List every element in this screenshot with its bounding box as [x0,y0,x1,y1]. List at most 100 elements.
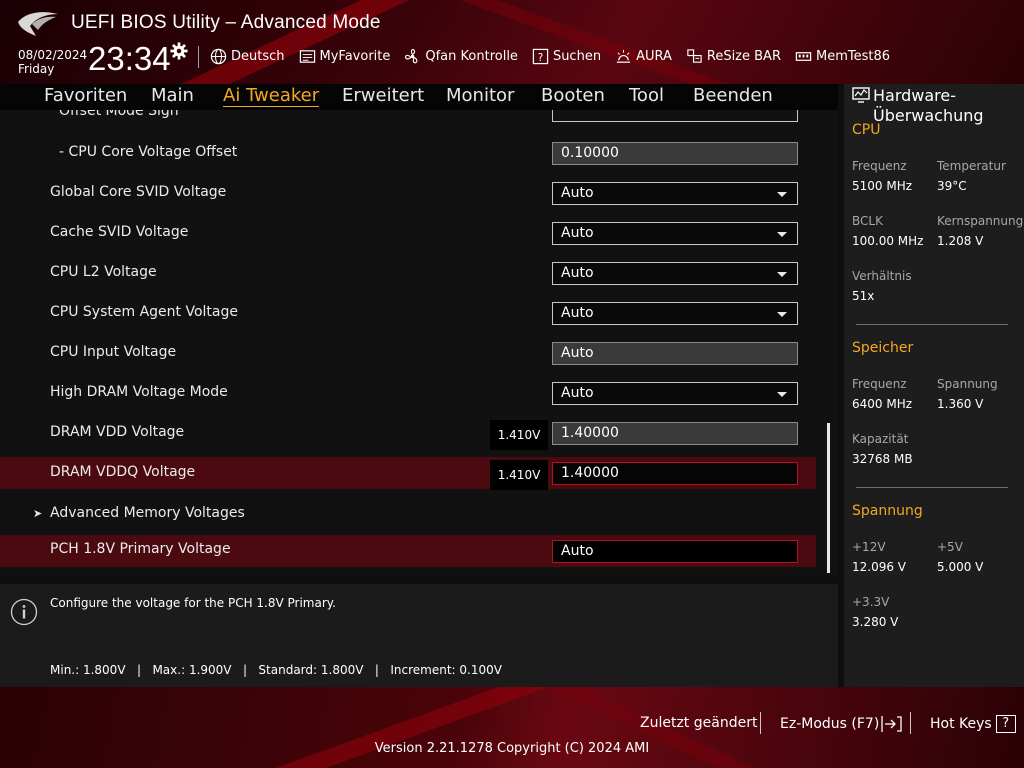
help-search-icon: ? [532,48,549,64]
setting-label: Global Core SVID Voltage [50,184,227,200]
tab-favoriten[interactable]: Favoriten [44,85,127,106]
chevron-down-icon [777,392,787,397]
footer-divider [760,712,761,734]
setting-row[interactable]: Offset Mode Sign [0,110,816,126]
setting-field[interactable] [552,110,798,122]
settings-list: Offset Mode Sign - CPU Core Voltage Offs… [0,110,838,576]
hotkeys-label: Hot Keys [930,716,992,732]
language-button[interactable]: Deutsch [210,48,285,65]
setting-row[interactable]: CPU System Agent Voltage Auto [0,297,816,329]
submenu-label: Advanced Memory Voltages [50,505,245,521]
v12-label: +12V [852,540,886,554]
dram-vddq-voltage-field[interactable]: 1.40000 [552,462,798,485]
cpu-section-heading: CPU [852,122,881,138]
memory-capacity-value: 32768 MB [852,452,913,466]
resizebar-button[interactable]: ReSize BAR [686,48,781,65]
core-voltage-label: Kernspannung [937,214,1024,228]
dropdown-value: Auto [561,185,594,201]
tab-tool[interactable]: Tool [629,85,664,106]
qfan-button[interactable]: Qfan Kontrolle [404,48,518,65]
date-display: 08/02/2024 [18,48,88,62]
search-button[interactable]: ? Suchen [532,48,601,65]
cpu-temp-label: Temperatur [937,159,1006,173]
favorite-list-icon [299,49,315,63]
version-text: Version 2.21.1278 Copyright (C) 2024 AMI [374,741,650,756]
myfavorite-button[interactable]: MyFavorite [299,48,390,65]
last-changed-button[interactable]: Zuletzt geändert [640,715,757,731]
cpu-core-voltage-offset-field[interactable]: 0.10000 [552,142,798,165]
help-description: Configure the voltage for the PCH 1.8V P… [50,596,336,610]
setting-row[interactable]: - CPU Core Voltage Offset 0.10000 [0,137,816,169]
global-core-svid-dropdown[interactable]: Auto [552,182,798,205]
setting-row[interactable]: Cache SVID Voltage Auto [0,217,816,249]
tab-monitor[interactable]: Monitor [446,85,514,106]
setting-label: - CPU Core Voltage Offset [59,144,238,160]
weekday-display: Friday [18,62,55,76]
chevron-down-icon [777,312,787,317]
cpu-system-agent-dropdown[interactable]: Auto [552,302,798,325]
hardware-monitor-title: Hardware-Überwachung [873,86,984,125]
tab-ai-tweaker[interactable]: Ai Tweaker [223,85,320,107]
voltage-section-heading: Spannung [852,503,923,519]
toolbar: Deutsch MyFavorite Qfan Kontrolle ? Such… [210,46,904,66]
footer-divider [910,712,911,734]
tab-main[interactable]: Main [151,85,194,106]
help-panel: Configure the voltage for the PCH 1.8V P… [0,584,838,687]
fan-icon [405,48,418,63]
tab-erweitert[interactable]: Erweitert [342,85,424,106]
ratio-value: 51x [852,289,875,303]
v5-value: 5.000 V [937,560,984,574]
pch-primary-voltage-field[interactable]: Auto [552,540,798,563]
dram-vdd-voltage-field[interactable]: 1.40000 [552,422,798,445]
setting-label: Cache SVID Voltage [50,224,189,240]
cpu-freq-value: 5100 MHz [852,179,913,193]
memtest-button[interactable]: MemTest86 [795,48,890,65]
memory-capacity-label: Kapazität [852,432,909,446]
setting-label: DRAM VDDQ Voltage [50,464,196,480]
setting-row[interactable]: High DRAM Voltage Mode Auto [0,377,816,409]
app-title: UEFI BIOS Utility – Advanced Mode [71,12,381,33]
v5-label: +5V [937,540,963,554]
header-bar: UEFI BIOS Utility – Advanced Mode 08/02/… [0,0,1024,84]
setting-label: CPU System Agent Voltage [50,304,238,320]
language-label: Deutsch [231,48,285,64]
cache-svid-dropdown[interactable]: Auto [552,222,798,245]
rog-logo-icon [18,12,58,37]
memtest-label: MemTest86 [815,48,891,64]
memory-voltage-label: Spannung [937,377,998,391]
cpu-l2-voltage-dropdown[interactable]: Auto [552,262,798,285]
v33-value: 3.280 V [852,615,899,629]
ez-mode-button[interactable]: Ez-Modus (F7) [780,715,903,733]
high-dram-voltage-mode-dropdown[interactable]: Auto [552,382,798,405]
tab-beenden[interactable]: Beenden [693,85,773,106]
dropdown-value: Auto [561,385,594,401]
submenu-arrow-icon: ➤ [33,507,43,520]
setting-row[interactable]: Global Core SVID Voltage Auto [0,177,816,209]
aura-light-icon [616,49,631,63]
setting-row[interactable]: CPU Input Voltage Auto [0,337,816,369]
setting-row[interactable]: PCH 1.8V Primary Voltage Auto [0,535,816,567]
submenu-row[interactable]: ➤ Advanced Memory Voltages [0,498,816,530]
tab-booten[interactable]: Booten [541,85,605,106]
exit-arrow-icon [881,716,902,732]
hardware-monitor-panel: Hardware-Überwachung CPU Frequenz Temper… [844,84,1024,687]
setting-label: CPU L2 Voltage [50,264,157,280]
gear-icon[interactable] [170,42,188,60]
aura-button[interactable]: AURA [615,48,672,65]
current-voltage-badge: 1.410V [490,460,548,490]
setting-row[interactable]: DRAM VDD Voltage 1.410V 1.40000 [0,417,816,450]
hotkeys-button[interactable]: Hot Keys ? [930,715,1016,733]
clock-display: 23:34 [88,40,171,77]
dropdown-value: Auto [561,265,594,281]
setting-row[interactable]: DRAM VDDQ Voltage 1.410V 1.40000 [0,457,816,490]
help-key-icon: ? [995,715,1016,733]
dropdown-value: Auto [561,225,594,241]
cpu-input-voltage-field[interactable]: Auto [552,342,798,365]
setting-label: High DRAM Voltage Mode [50,384,228,400]
chevron-down-icon [777,272,787,277]
bclk-value: 100.00 MHz [852,234,924,248]
memory-freq-label: Frequenz [852,377,907,391]
scrollbar-thumb[interactable] [827,423,830,573]
memory-voltage-value: 1.360 V [937,397,984,411]
setting-row[interactable]: CPU L2 Voltage Auto [0,257,816,289]
